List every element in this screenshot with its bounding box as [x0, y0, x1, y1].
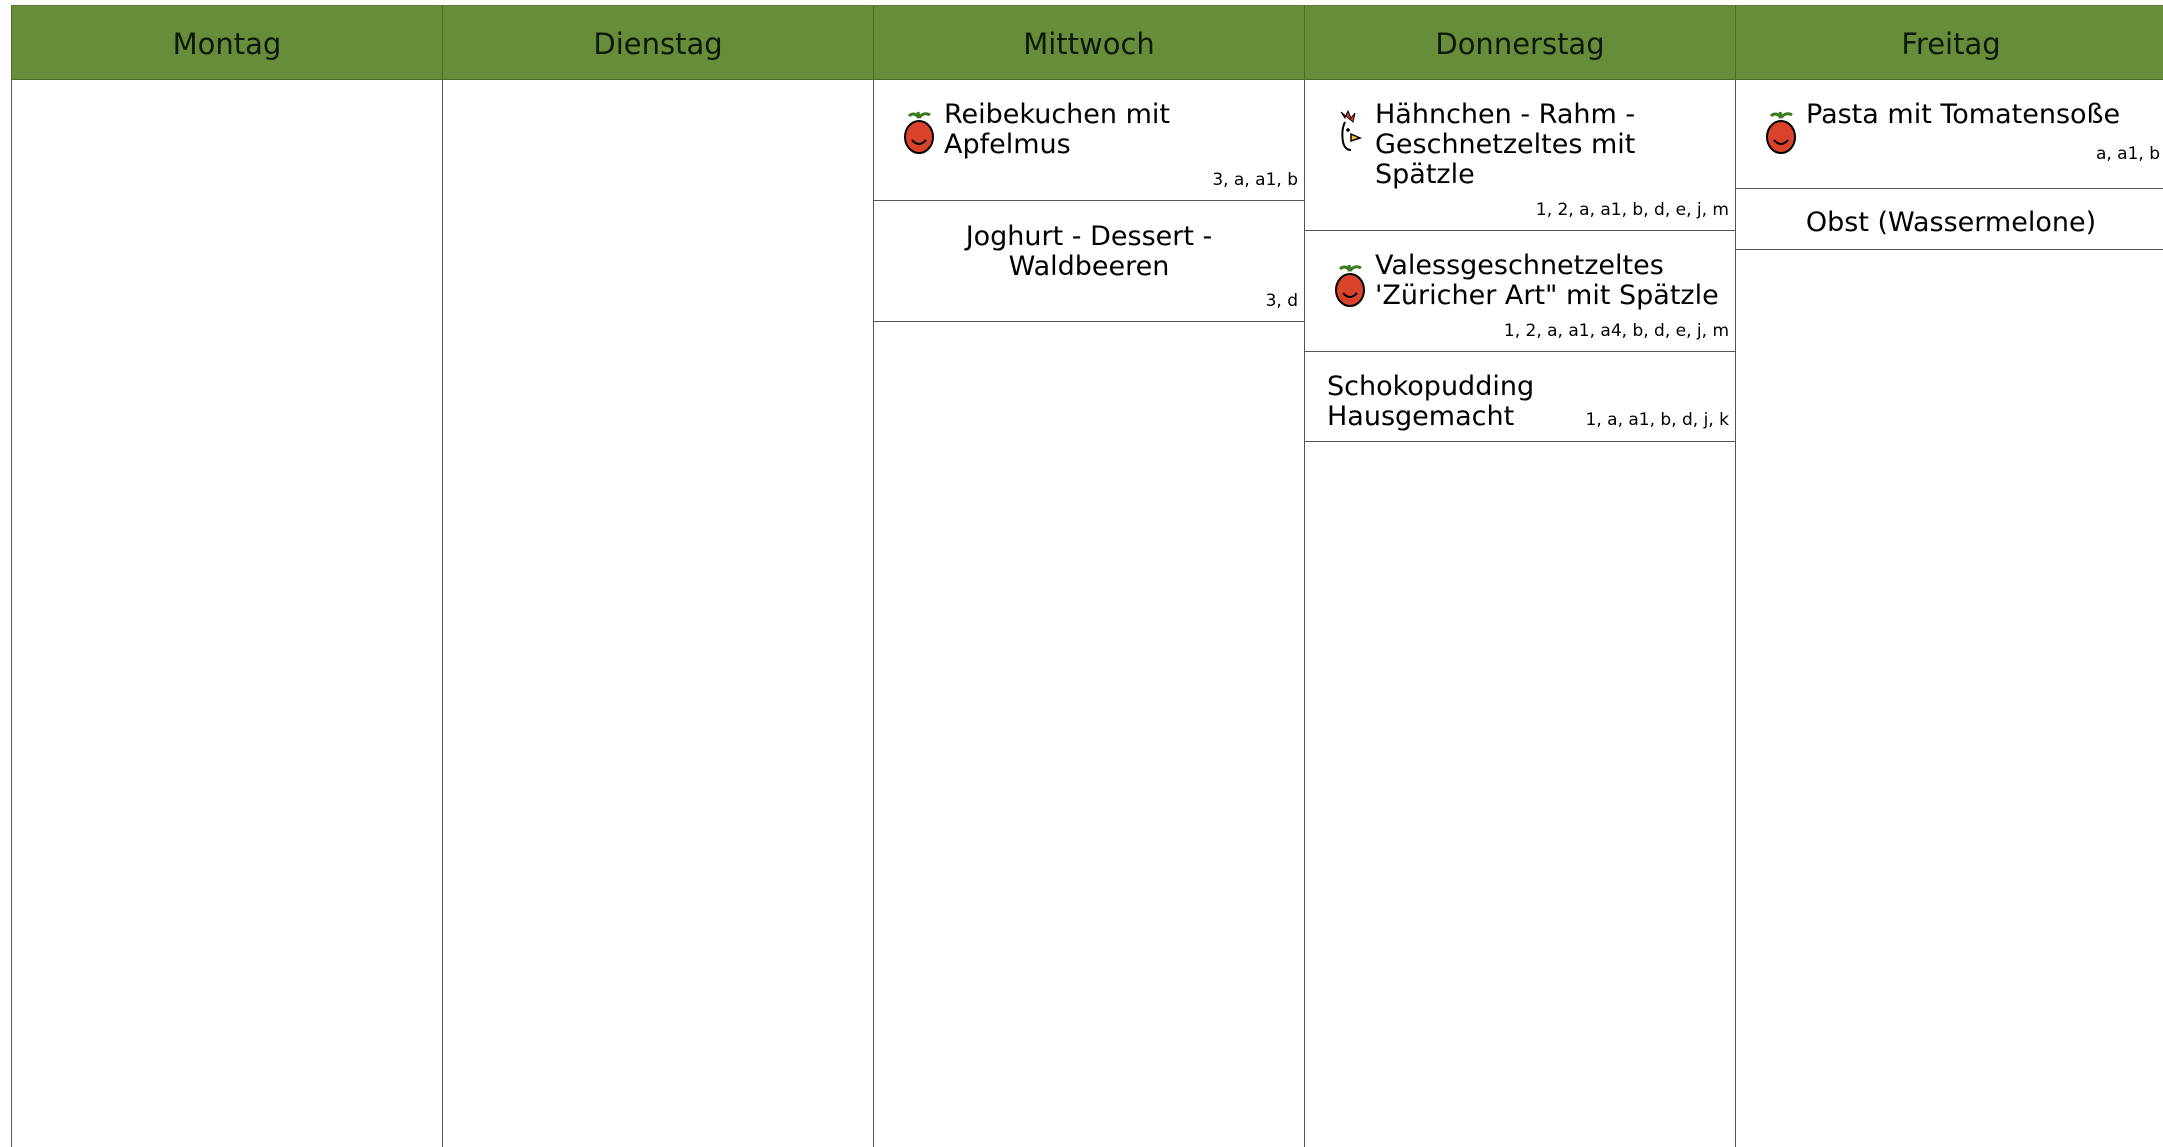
day-column-dienstag	[442, 80, 873, 1147]
weekday-header: Montag Dienstag Mittwoch Donnerstag Frei…	[11, 5, 2163, 81]
day-column-freitag: Pasta mit Tomatensoße a, a1, b Obst (Was…	[1735, 80, 2163, 1147]
tomato-icon	[1335, 264, 1365, 307]
meal-title: Obst (Wassermelone)	[1805, 207, 2097, 238]
allergen-codes: 3, a, a1, b	[1212, 170, 1298, 190]
day-column-mittwoch: Reibekuchen mit Apfelmus 3, a, a1, b Jog…	[873, 80, 1304, 1147]
allergen-codes: 3, d	[1265, 291, 1298, 311]
day-header-dienstag: Dienstag	[442, 6, 873, 81]
chicken-icon	[1340, 109, 1363, 151]
day-header-freitag: Freitag	[1735, 6, 2163, 81]
meal-item[interactable]: Pasta mit Tomatensoße a, a1, b	[1736, 80, 2163, 189]
weekly-menu: Montag Dienstag Mittwoch Donnerstag Frei…	[11, 5, 2163, 1147]
allergen-codes: 1, 2, a, a1, a4, b, d, e, j, m	[1503, 321, 1729, 341]
day-header-montag: Montag	[11, 6, 442, 81]
tomato-icon	[1766, 111, 1796, 154]
tomato-icon	[904, 111, 934, 154]
allergen-codes: 1, a, a1, b, d, j, k	[1585, 410, 1729, 430]
day-column-donnerstag: Hähnchen - Rahm - Geschnetzeltes mit Spä…	[1304, 80, 1735, 1147]
meal-title: Hähnchen - Rahm - Geschnetzeltes mit Spä…	[1375, 99, 1636, 190]
meal-item[interactable]: Schokopudding Hausgemacht 1, a, a1, b, d…	[1305, 352, 1735, 442]
allergen-codes: 1, 2, a, a1, b, d, e, j, m	[1535, 200, 1729, 220]
meal-title: Reibekuchen mit Apfelmus	[944, 99, 1170, 160]
meal-title: Pasta mit Tomatensoße	[1806, 99, 2121, 130]
meal-item[interactable]: Obst (Wassermelone)	[1736, 189, 2163, 250]
meal-title: Joghurt - Dessert - Waldbeeren	[965, 221, 1213, 282]
meal-item[interactable]: Hähnchen - Rahm - Geschnetzeltes mit Spä…	[1305, 80, 1735, 231]
allergen-codes: a, a1, b	[2095, 144, 2160, 164]
day-column-montag	[11, 80, 442, 1147]
day-header-mittwoch: Mittwoch	[873, 6, 1304, 81]
meal-title: Valessgeschnetzeltes 'Züricher Art" mit …	[1375, 250, 1719, 311]
meal-item[interactable]: Valessgeschnetzeltes 'Züricher Art" mit …	[1305, 231, 1735, 352]
meal-item[interactable]: Reibekuchen mit Apfelmus 3, a, a1, b	[874, 80, 1304, 201]
day-header-donnerstag: Donnerstag	[1304, 6, 1735, 81]
meal-item[interactable]: Joghurt - Dessert - Waldbeeren 3, d	[874, 201, 1304, 322]
